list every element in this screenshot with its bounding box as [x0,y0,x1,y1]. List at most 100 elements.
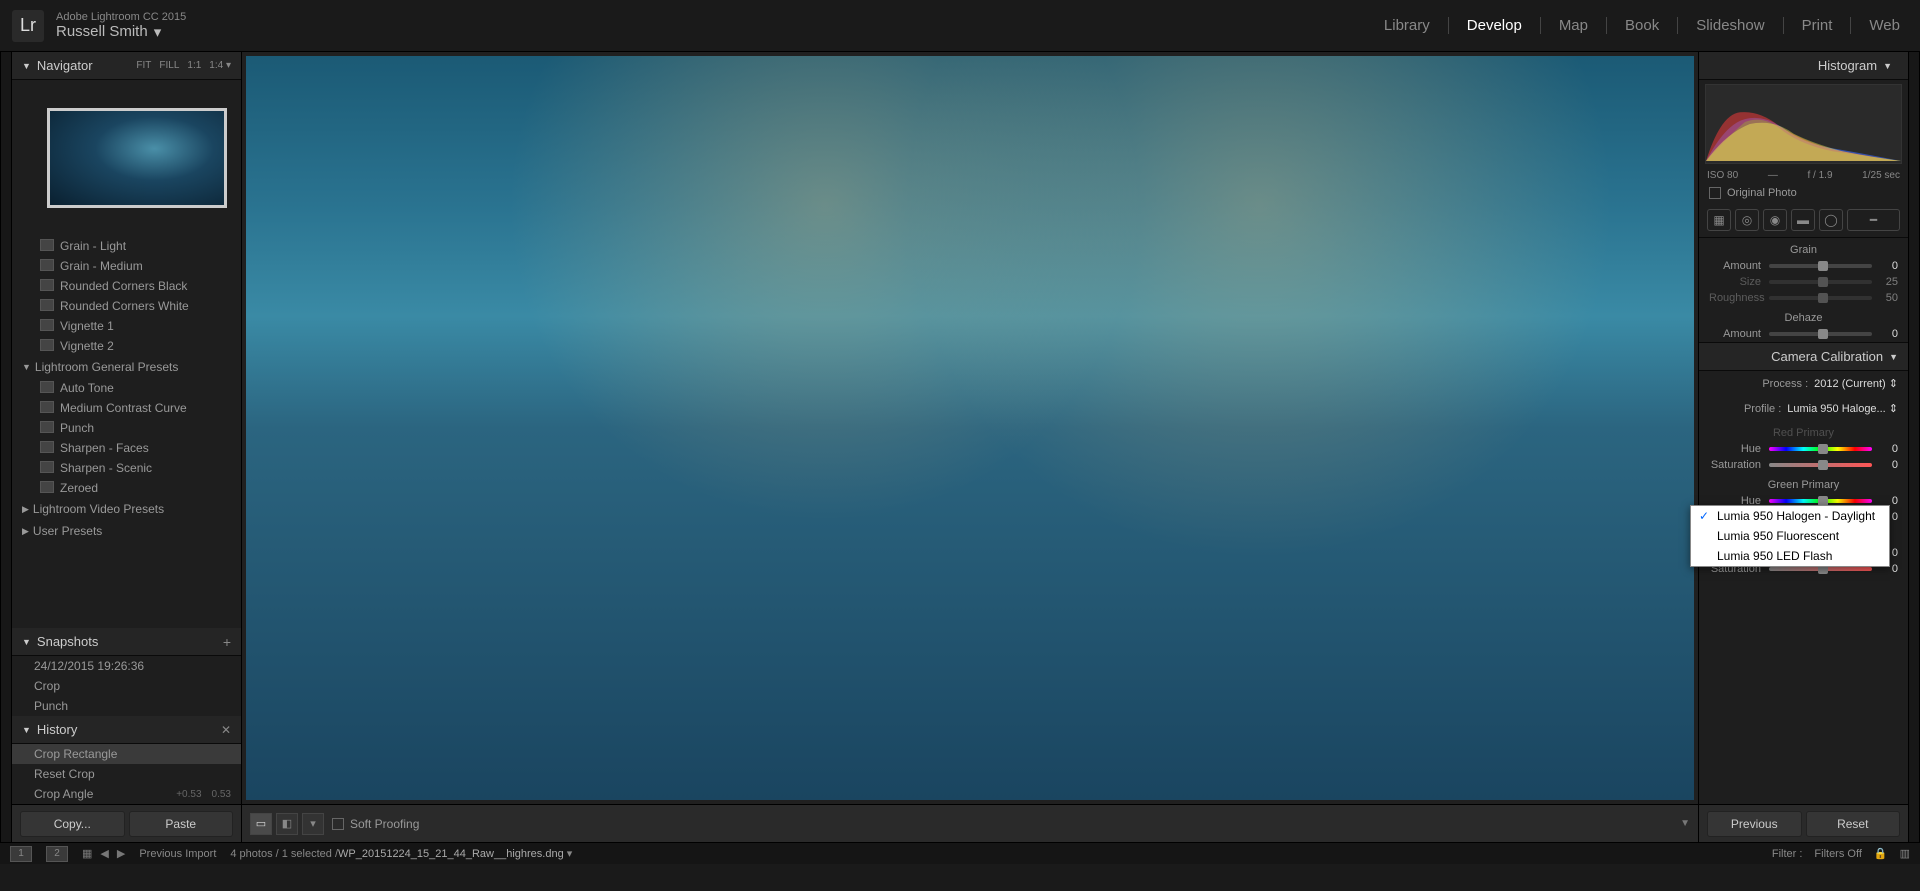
profile-dropdown[interactable]: Lumia 950 Haloge... ⇕ [1787,402,1898,415]
preset-item[interactable]: Vignette 2 [12,336,241,356]
preset-item[interactable]: Sharpen - Scenic [12,458,241,478]
filter-lock-icon[interactable]: 🔒 [1874,847,1888,860]
iso-value: ISO 80 [1707,170,1738,181]
gradient-tool[interactable]: ▬ [1791,209,1815,231]
preset-folder[interactable]: ▼ Lightroom General Presets [12,356,241,378]
profile-option[interactable]: Lumia 950 LED Flash [1691,546,1889,566]
red-hue-slider[interactable] [1769,447,1872,451]
close-icon[interactable]: ✕ [221,723,231,737]
module-web[interactable]: Web [1851,17,1900,34]
preset-folder[interactable]: ▶ User Presets [12,520,241,542]
preset-item[interactable]: Punch [12,418,241,438]
module-map[interactable]: Map [1541,17,1607,34]
preset-item[interactable]: Rounded Corners White [12,296,241,316]
crop-tool[interactable]: ▦ [1707,209,1731,231]
left-edge-strip[interactable] [0,52,12,842]
preset-item[interactable]: Zeroed [12,478,241,498]
preset-folder[interactable]: ▶ Lightroom Video Presets [12,498,241,520]
grid-icon[interactable]: ▦ [82,847,92,860]
nav-zoom-1-4[interactable]: 1:4 ▾ [209,60,231,71]
module-slideshow[interactable]: Slideshow [1678,17,1783,34]
snapshot-item[interactable]: Crop [12,676,241,696]
reset-button[interactable]: Reset [1806,811,1901,837]
histogram[interactable] [1705,84,1902,164]
filter-label: Filter : [1772,848,1803,860]
chevron-down-icon: ▼ [22,637,31,647]
profile-dropdown-menu: Lumia 950 Halogen - DaylightLumia 950 Fl… [1690,505,1890,567]
camera-calibration-header[interactable]: Camera Calibration▼ [1699,342,1908,371]
focal-dash: — [1768,170,1778,181]
brush-tool[interactable]: ━ [1847,209,1900,231]
photo-canvas[interactable] [246,56,1694,800]
grain-amount-slider[interactable] [1769,264,1872,268]
redeye-tool[interactable]: ◉ [1763,209,1787,231]
aperture-value: f / 1.9 [1807,170,1832,181]
module-develop[interactable]: Develop [1449,17,1541,34]
nav-back-icon[interactable]: ◀ [100,847,108,860]
original-photo-checkbox[interactable]: Original Photo [1699,183,1908,203]
module-picker: LibraryDevelopMapBookSlideshowPrintWeb [1366,17,1900,34]
nav-fwd-icon[interactable]: ▶ [117,847,125,860]
spot-tool[interactable]: ◎ [1735,209,1759,231]
blue-sat-slider[interactable] [1769,567,1872,571]
chevron-down-icon: ▼ [1889,352,1898,362]
red-sat-slider[interactable] [1769,463,1872,467]
history-item[interactable]: Reset Crop [12,764,241,784]
dehaze-section: Dehaze [1699,306,1908,326]
green-hue-slider[interactable] [1769,499,1872,503]
module-book[interactable]: Book [1607,17,1678,34]
monitor-1-button[interactable]: 1 [10,846,32,862]
app-logo: Lr [12,10,44,42]
preset-item[interactable]: Vignette 1 [12,316,241,336]
filename[interactable]: WP_20151224_15_21_44_Raw__highres.dng [338,848,564,860]
history-item[interactable]: Crop Angle+0.530.53 [12,784,241,804]
monitor-2-button[interactable]: 2 [46,846,68,862]
chevron-down-icon: ▼ [22,61,31,71]
dehaze-amount-slider[interactable] [1769,332,1872,336]
previous-button[interactable]: Previous [1707,811,1802,837]
before-after-options[interactable]: ▾ [302,813,324,835]
loupe-view-button[interactable]: ▭ [250,813,272,835]
filter-dropdown[interactable]: Filters Off [1814,848,1861,860]
preset-item[interactable]: Grain - Medium [12,256,241,276]
preset-item[interactable]: Auto Tone [12,378,241,398]
user-menu[interactable]: Russell Smith▾ [56,23,186,41]
before-after-button[interactable]: ◧ [276,813,298,835]
soft-proofing-checkbox[interactable]: Soft Proofing [332,817,419,831]
process-dropdown[interactable]: 2012 (Current) ⇕ [1814,377,1898,390]
snapshots-header[interactable]: ▼ Snapshots + [12,628,241,656]
grain-section: Grain [1699,238,1908,258]
plus-icon[interactable]: + [223,634,231,650]
nav-zoom-1-1[interactable]: 1:1 [187,60,201,71]
shutter-value: 1/25 sec [1862,170,1900,181]
histogram-header[interactable]: Histogram▼ [1699,52,1908,80]
import-source[interactable]: Previous Import [139,848,216,860]
chevron-down-icon: ▼ [1883,61,1892,71]
navigator-thumbnail[interactable] [47,108,227,208]
toolbar-expand[interactable]: ▼ [1680,818,1690,829]
paste-button[interactable]: Paste [129,811,234,837]
history-item[interactable]: Crop Rectangle [12,744,241,764]
chevron-down-icon: ▾ [154,23,162,41]
snapshot-item[interactable]: Punch [12,696,241,716]
preset-item[interactable]: Grain - Light [12,236,241,256]
module-library[interactable]: Library [1366,17,1449,34]
navigator-header[interactable]: ▼ Navigator FITFILL1:11:4 ▾ [12,52,241,80]
right-edge-strip[interactable] [1908,52,1920,842]
profile-option[interactable]: Lumia 950 Halogen - Daylight [1691,506,1889,526]
chevron-down-icon: ▼ [22,725,31,735]
radial-tool[interactable]: ◯ [1819,209,1843,231]
history-header[interactable]: ▼ History ✕ [12,716,241,744]
copy-button[interactable]: Copy... [20,811,125,837]
app-title: Adobe Lightroom CC 2015 [56,11,186,23]
preset-item[interactable]: Sharpen - Faces [12,438,241,458]
filmstrip-toggle-icon[interactable]: ▥ [1900,847,1910,860]
nav-zoom-FIT[interactable]: FIT [136,60,151,71]
snapshot-item[interactable]: 24/12/2015 19:26:36 [12,656,241,676]
preset-item[interactable]: Rounded Corners Black [12,276,241,296]
nav-zoom-FILL[interactable]: FILL [159,60,179,71]
profile-option[interactable]: Lumia 950 Fluorescent [1691,526,1889,546]
preset-item[interactable]: Medium Contrast Curve [12,398,241,418]
green-primary-section: Green Primary [1699,473,1908,493]
module-print[interactable]: Print [1784,17,1852,34]
